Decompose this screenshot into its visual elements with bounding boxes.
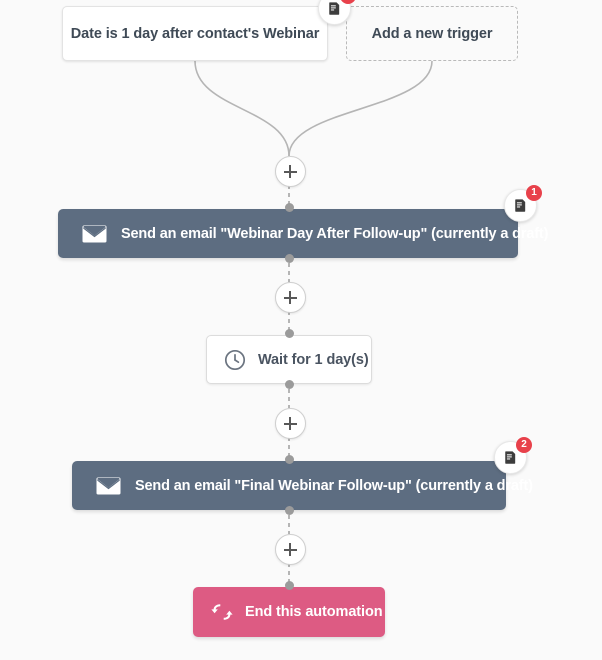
end-automation-button[interactable]: End this automation — [193, 587, 385, 637]
draft-badge-count: 1 — [340, 0, 356, 4]
trigger-card-label: Date is 1 day after contact's Webinar — [70, 25, 320, 42]
connector-dot — [284, 455, 294, 464]
step-send-email-2[interactable]: Send an email "Final Webinar Follow-up" … — [72, 461, 533, 510]
trigger-card-date[interactable]: Date is 1 day after contact's Webinar — [62, 6, 328, 61]
draft-badge-email-1[interactable]: 1 — [504, 185, 542, 222]
automation-canvas: Date is 1 day after contact's Webinar 1 … — [0, 0, 602, 660]
clock-icon — [224, 349, 246, 371]
add-step-button-2[interactable] — [274, 282, 306, 313]
end-automation-icon — [211, 603, 233, 621]
end-automation-label: End this automation — [245, 604, 383, 620]
connector-dot — [284, 203, 294, 212]
connector-dot — [284, 506, 294, 515]
plus-icon — [283, 543, 297, 556]
add-step-button-4[interactable] — [274, 534, 306, 565]
plus-icon — [283, 165, 297, 178]
step-wait[interactable]: Wait for 1 day(s) — [206, 335, 372, 384]
add-new-trigger-label: Add a new trigger — [371, 25, 493, 42]
connector-dot — [284, 254, 294, 263]
add-step-button-3[interactable] — [274, 408, 306, 439]
draft-note-icon — [329, 2, 340, 15]
step-label: Send an email "Final Webinar Follow-up" … — [135, 477, 533, 494]
add-new-trigger-card[interactable]: Add a new trigger — [346, 6, 518, 61]
draft-note-icon — [515, 199, 526, 212]
envelope-icon — [96, 477, 121, 495]
connector-dot — [284, 329, 294, 338]
draft-badge-email-2[interactable]: 2 — [494, 437, 532, 474]
add-step-button-1[interactable] — [274, 156, 306, 187]
step-label: Send an email "Webinar Day After Follow-… — [121, 225, 549, 242]
plus-icon — [283, 417, 297, 430]
step-send-email-1[interactable]: Send an email "Webinar Day After Follow-… — [58, 209, 548, 258]
connector-lines — [194, 60, 433, 591]
connector-dot — [284, 380, 294, 389]
plus-icon — [283, 291, 297, 304]
draft-badge-count: 1 — [526, 185, 542, 201]
connector-dot — [284, 581, 294, 590]
draft-badge-count: 2 — [516, 437, 532, 453]
envelope-icon — [82, 225, 107, 243]
draft-note-icon — [505, 451, 516, 464]
step-label: Wait for 1 day(s) — [258, 351, 369, 368]
